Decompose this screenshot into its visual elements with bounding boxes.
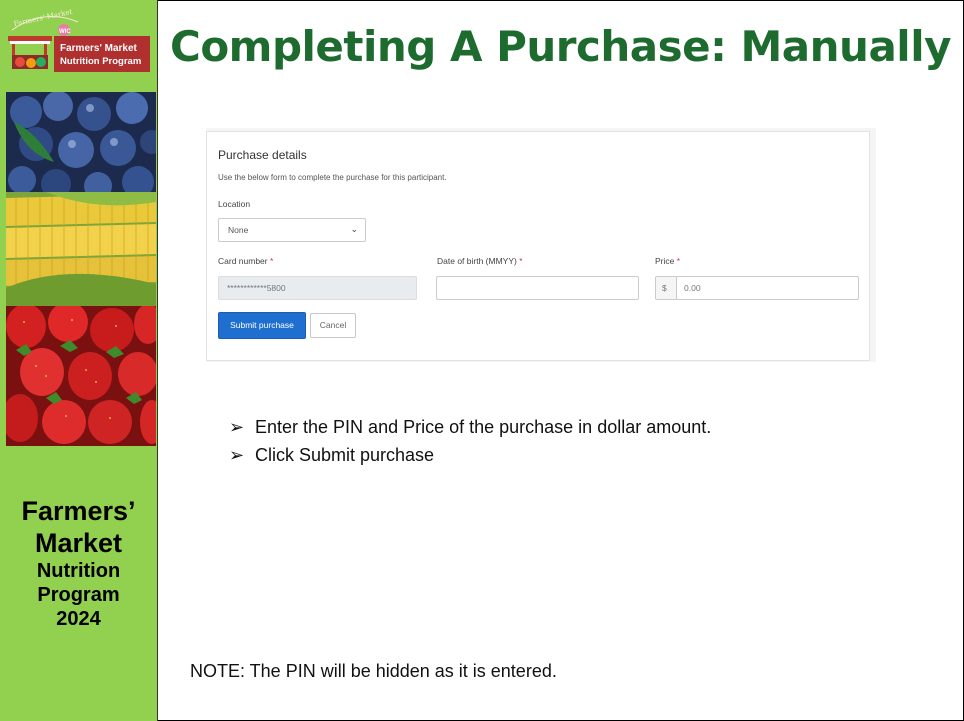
logo-line1: Farmers' Market xyxy=(60,43,138,54)
location-select[interactable]: None ⌄ xyxy=(218,218,366,242)
sidebar-title-line4: Program xyxy=(37,584,120,606)
arrow-bullet-icon: ➢ xyxy=(229,445,245,465)
pin-note: NOTE: The PIN will be hidden as it is en… xyxy=(190,661,557,681)
strawberries-photo xyxy=(6,306,156,446)
chevron-down-icon: ⌄ xyxy=(350,224,358,234)
card-number-label: Card number * xyxy=(218,256,273,266)
instruction-item: ➢ Enter the PIN and Price of the purchase… xyxy=(229,413,711,441)
arrow-bullet-icon: ➢ xyxy=(229,417,245,437)
price-currency-addon: $ xyxy=(656,277,677,299)
price-label-text: Price xyxy=(655,256,675,266)
slide-title: Completing A Purchase: Manually xyxy=(170,22,951,71)
fmnp-logo: Farmers' Market WIC Farmers' Market Nutr… xyxy=(4,6,154,86)
sidebar: Farmers' Market WIC Farmers' Market Nutr… xyxy=(0,0,158,721)
sidebar-title-line2: Market xyxy=(34,528,123,558)
required-marker: * xyxy=(519,256,523,266)
submit-purchase-button[interactable]: Submit purchase xyxy=(218,312,306,339)
instruction-item: ➢ Click Submit purchase xyxy=(229,441,711,469)
card-number-label-text: Card number xyxy=(218,256,268,266)
dob-input[interactable] xyxy=(436,276,639,300)
logo-line2: Nutrition Program xyxy=(60,56,141,67)
price-placeholder: 0.00 xyxy=(684,283,701,293)
dob-label-text: Date of birth (MMYY) xyxy=(437,256,517,266)
dob-label: Date of birth (MMYY) * xyxy=(437,256,523,266)
sidebar-title-line3: Nutrition xyxy=(36,560,121,582)
sidebar-program-title: Farmers’ Market Nutrition Program 2024 xyxy=(0,495,157,631)
price-prefix: $ xyxy=(662,283,667,293)
purchase-details-heading: Purchase details xyxy=(218,148,307,162)
card-number-field: ************5800 xyxy=(218,276,417,300)
instruction-text: Click Submit purchase xyxy=(255,445,435,465)
required-marker: * xyxy=(269,256,274,266)
location-select-value: None xyxy=(228,225,249,235)
sidebar-title-line5: 2024 xyxy=(56,608,101,630)
cancel-button[interactable]: Cancel xyxy=(310,313,356,338)
price-label: Price * xyxy=(655,256,680,266)
sidebar-title-line1: Farmers’ xyxy=(21,496,136,526)
blueberries-photo xyxy=(6,92,156,194)
required-marker: * xyxy=(676,256,681,266)
purchase-details-description: Use the below form to complete the purch… xyxy=(218,173,447,182)
purchase-details-card: Purchase details Use the below form to c… xyxy=(206,131,870,361)
price-input[interactable]: $ 0.00 xyxy=(655,276,859,300)
corn-photo xyxy=(6,192,156,308)
svg-text:WIC: WIC xyxy=(59,29,71,35)
location-label: Location xyxy=(218,199,251,209)
instruction-text: Enter the PIN and Price of the purchase … xyxy=(255,417,712,437)
card-number-value: ************5800 xyxy=(227,283,286,293)
instruction-list: ➢ Enter the PIN and Price of the purchase… xyxy=(229,413,711,469)
